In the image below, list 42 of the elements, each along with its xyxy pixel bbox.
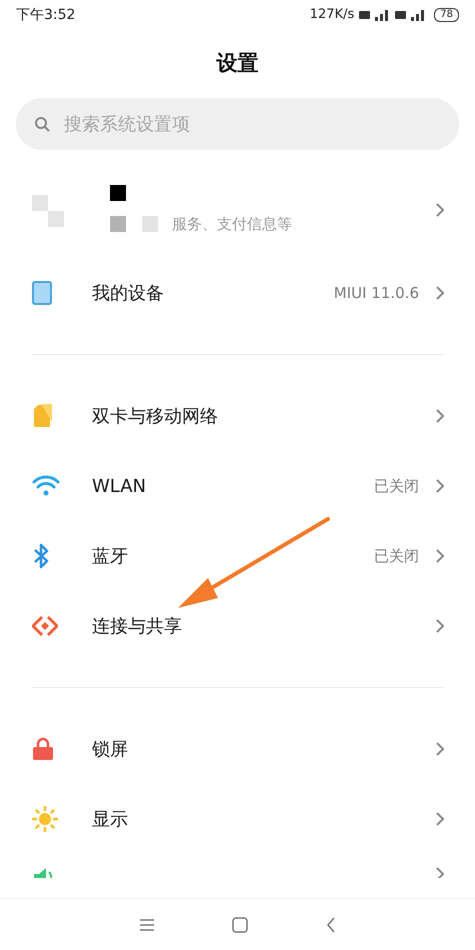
row-label: 锁屏	[92, 738, 129, 762]
chevron-right-icon	[435, 478, 445, 494]
sim-card-icon	[32, 404, 52, 428]
row-label: 蓝牙	[92, 544, 129, 568]
back-icon[interactable]	[326, 916, 336, 932]
settings-row[interactable]: 锁屏	[0, 714, 475, 784]
chevron-right-icon	[435, 618, 445, 634]
chevron-right-icon	[435, 202, 445, 218]
chevron-right-icon	[435, 548, 445, 564]
settings-row[interactable]: WLAN 已关闭	[0, 451, 475, 521]
menu-icon[interactable]	[138, 918, 155, 932]
settings-row[interactable]: 连接与共享	[0, 591, 475, 661]
sun-icon	[32, 806, 58, 832]
bluetooth-icon	[32, 543, 50, 569]
page-title: 设置	[216, 50, 258, 78]
settings-row[interactable]: 我的设备 MIUI 11.0.6	[0, 258, 475, 328]
search-icon	[34, 116, 50, 132]
lock-icon	[32, 737, 54, 761]
chevron-right-icon	[435, 866, 445, 878]
home-icon[interactable]	[232, 916, 248, 932]
row-value: 已关闭	[374, 476, 419, 497]
chevron-right-icon	[435, 408, 445, 424]
account-subtitle: 服务、支付信息等	[172, 214, 292, 235]
row-label: 显示	[92, 808, 129, 832]
tablet-icon	[32, 281, 52, 305]
wifi-icon	[32, 475, 60, 497]
diamond-link-icon	[32, 615, 58, 637]
row-value: 已关闭	[374, 546, 419, 567]
row-label: 我的设备	[92, 282, 165, 306]
chevron-right-icon	[435, 741, 445, 757]
settings-row[interactable]: 显示	[0, 784, 475, 854]
chevron-right-icon	[435, 811, 445, 827]
row-label: 连接与共享	[92, 614, 183, 638]
row-label: 双卡与移动网络	[92, 404, 219, 428]
chevron-right-icon	[435, 285, 445, 301]
battery-level: 78	[434, 8, 459, 22]
status-time: 下午3:52	[16, 6, 76, 24]
settings-row[interactable]: 双卡与移动网络	[0, 381, 475, 451]
network-speed: 127K/s	[310, 6, 354, 24]
settings-row[interactable]: 蓝牙 已关闭	[0, 521, 475, 591]
row-value: MIUI 11.0.6	[334, 282, 419, 304]
row-label: WLAN	[92, 474, 148, 498]
